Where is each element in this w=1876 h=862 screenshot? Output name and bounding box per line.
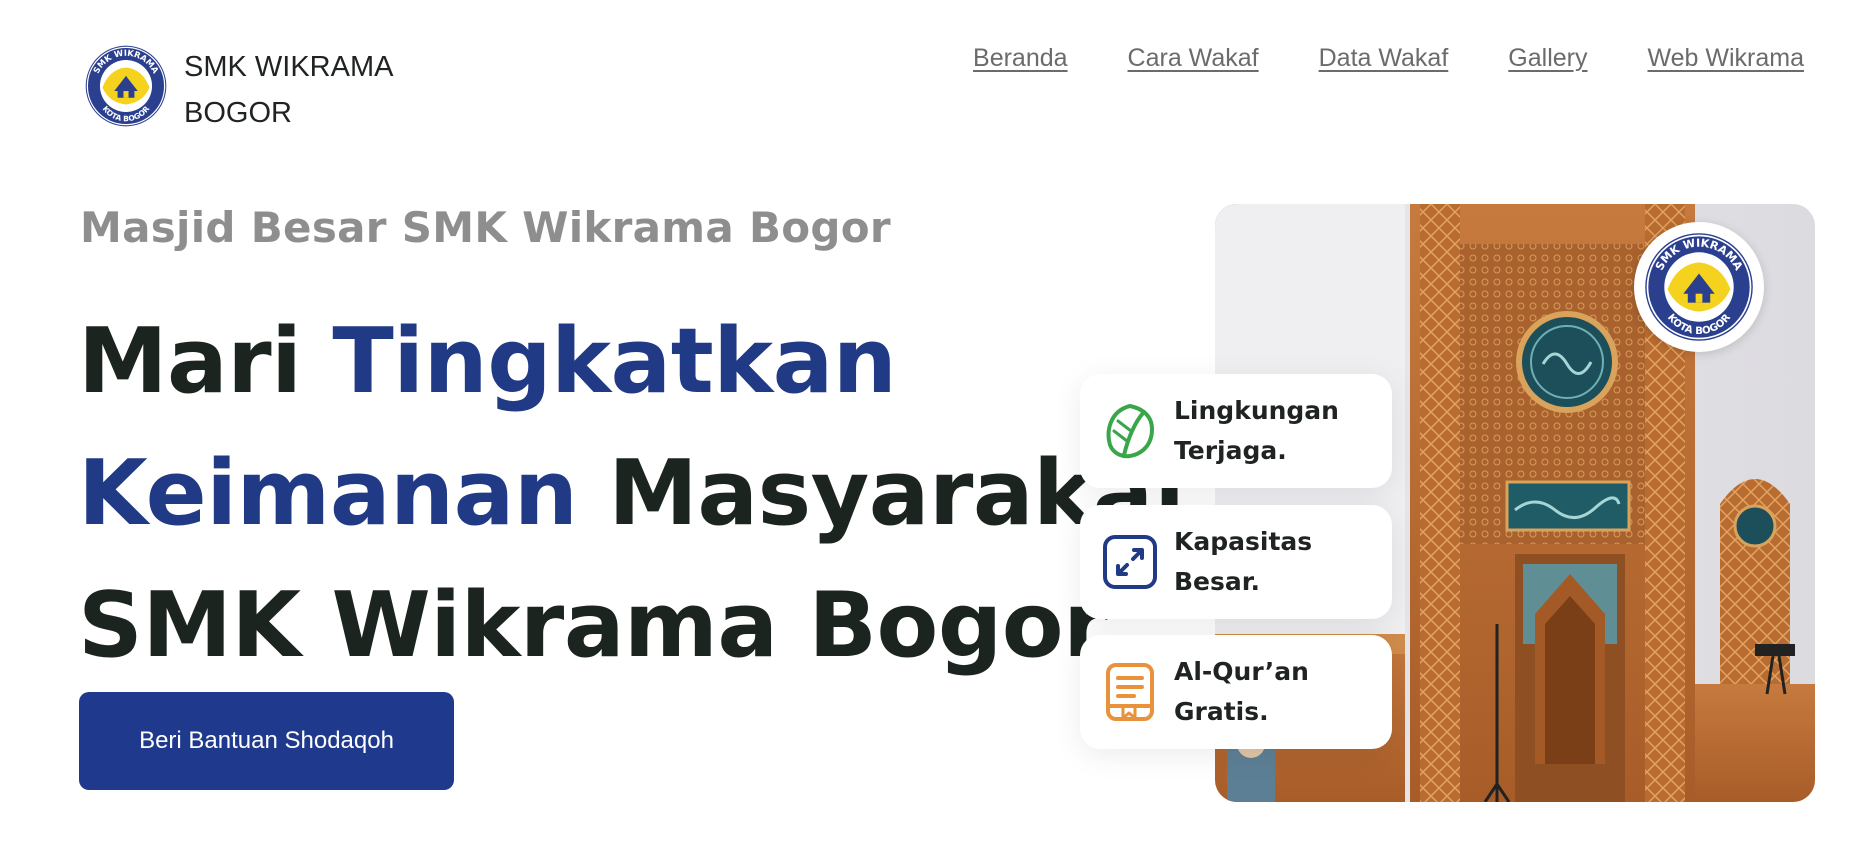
expand-icon [1102, 534, 1158, 590]
feature-card-quran: Al-Qur’an Gratis. [1080, 635, 1392, 749]
headline-line-3: SMK Wikrama Bogor [78, 573, 1107, 678]
hero-subtitle: Masjid Besar SMK Wikrama Bogor [80, 203, 891, 252]
feature-text: Lingkungan Terjaga. [1174, 391, 1339, 471]
feature-line-1: Kapasitas [1174, 527, 1313, 556]
headline-line-1: Mari Tingkatkan [78, 296, 1195, 428]
nav-web-wikrama[interactable]: Web Wikrama [1647, 44, 1804, 73]
feature-card-environment: Lingkungan Terjaga. [1080, 374, 1392, 488]
feature-line-2: Gratis. [1174, 697, 1269, 726]
feature-line-2: Terjaga. [1174, 436, 1287, 465]
nav-beranda[interactable]: Beranda [973, 44, 1068, 73]
nav-cara-wakaf[interactable]: Cara Wakaf [1128, 44, 1259, 73]
feature-line-2: Besar. [1174, 567, 1261, 596]
headline-word-tingkatkan: Tingkatkan [332, 309, 897, 414]
book-icon [1102, 663, 1158, 721]
leaf-icon [1102, 403, 1158, 459]
main-nav: Beranda Cara Wakaf Data Wakaf Gallery We… [973, 44, 1804, 73]
brand-name: SMK WIKRAMA BOGOR [184, 44, 393, 136]
brand-line-2: BOGOR [184, 97, 292, 129]
feature-line-1: Al-Qur’an [1174, 657, 1309, 686]
headline-word-keimanan: Keimanan [78, 441, 578, 546]
feature-text: Al-Qur’an Gratis. [1174, 652, 1309, 732]
nav-data-wakaf[interactable]: Data Wakaf [1319, 44, 1449, 73]
school-logo[interactable]: SMK WIKRAMA KOTA BOGOR [84, 44, 168, 128]
headline-word-mari: Mari [78, 309, 333, 414]
hero-headline: Mari Tingkatkan Keimanan Masyarakat SMK … [78, 296, 1196, 692]
photo-school-badge: SMK WIKRAMA KOTA BOGOR [1634, 222, 1764, 352]
feature-text: Kapasitas Besar. [1174, 522, 1312, 602]
brand-line-1: SMK WIKRAMA [184, 51, 394, 83]
badge-logo-icon: SMK WIKRAMA KOTA BOGOR [1645, 233, 1753, 341]
nav-gallery[interactable]: Gallery [1508, 44, 1587, 73]
feature-line-1: Lingkungan [1174, 396, 1339, 425]
donate-button[interactable]: Beri Bantuan Shodaqoh [79, 692, 454, 790]
feature-card-capacity: Kapasitas Besar. [1080, 505, 1392, 619]
headline-line-2: Keimanan Masyarakat [78, 428, 1196, 560]
